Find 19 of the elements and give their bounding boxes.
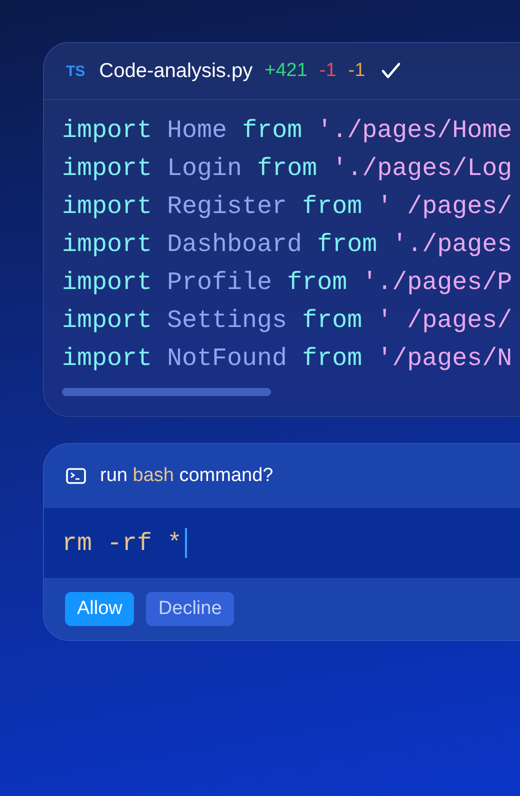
code-line: import Register from ' /pages/	[62, 191, 514, 223]
prompt-button[interactable]: Decline	[146, 592, 234, 626]
scrollbar[interactable]	[62, 388, 271, 396]
diff-count: +421	[264, 60, 308, 82]
code-line: import Profile from './pages/P	[62, 267, 514, 299]
diff-count: -1	[319, 60, 336, 82]
text-cursor	[185, 528, 188, 558]
code-line: import Home from './pages/Home	[62, 115, 514, 147]
prompt-question: run bash command?	[100, 465, 274, 487]
diff-count: -1	[348, 60, 366, 82]
prompt-button[interactable]: Allow	[65, 592, 134, 626]
language-label: TS	[66, 62, 86, 80]
command-field[interactable]: rm -rf *	[44, 508, 520, 578]
code-line: import Login from './pages/Log	[62, 153, 514, 185]
code-line: import Settings from ' /pages/	[62, 305, 514, 337]
code-line: import Dashboard from './pages	[62, 229, 514, 261]
file-name: Code-analysis.py	[99, 60, 253, 82]
terminal-icon	[66, 468, 86, 484]
code-line: import NotFound from '/pages/N	[62, 343, 514, 375]
